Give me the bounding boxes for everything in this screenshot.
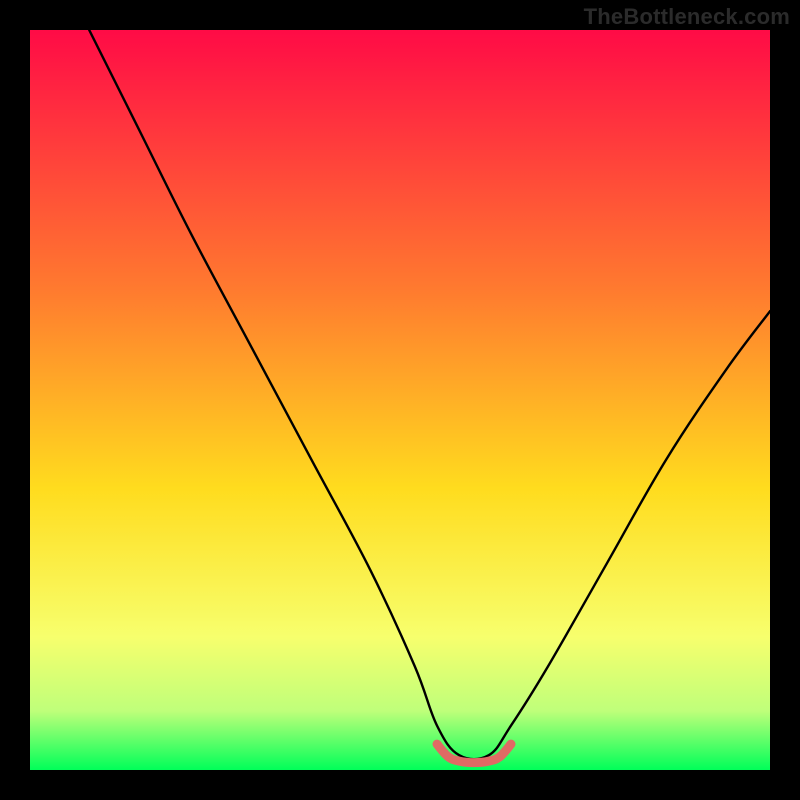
plot-area [30, 30, 770, 770]
bottleneck-curve-chart [30, 30, 770, 770]
watermark-label: TheBottleneck.com [584, 4, 790, 30]
chart-frame: TheBottleneck.com [0, 0, 800, 800]
gradient-background [30, 30, 770, 770]
